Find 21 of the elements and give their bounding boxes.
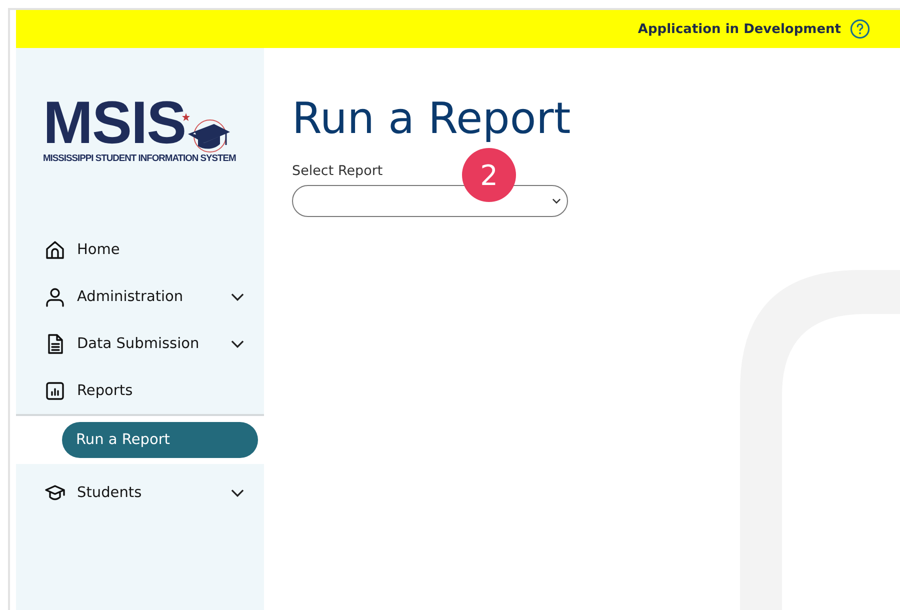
help-icon[interactable] — [850, 19, 870, 39]
banner-text: Application in Development — [638, 22, 841, 36]
page-title: Run a Report — [292, 94, 572, 144]
report-select[interactable] — [292, 185, 568, 217]
nav-item[interactable]: Administration — [16, 273, 264, 320]
person-icon — [44, 286, 66, 308]
step-badge: 2 — [462, 148, 516, 202]
nav-item[interactable]: Students — [16, 469, 264, 516]
chevron-down-icon[interactable] — [231, 340, 244, 348]
sub-nav-item[interactable]: Run a Report — [62, 422, 258, 458]
chevron-down-icon[interactable] — [231, 488, 244, 496]
select-label: Select Report — [292, 163, 383, 179]
chevron-down-icon — [552, 198, 561, 204]
chevron-down-icon[interactable] — [231, 292, 244, 300]
nav-item[interactable]: Data Submission — [16, 320, 264, 367]
bar-chart-icon — [44, 380, 66, 402]
nav-item[interactable]: Reports — [16, 367, 264, 414]
nav-item[interactable]: Home — [16, 226, 264, 273]
logo-tagline: MISSISSIPPI STUDENT INFORMATION SYSTEM — [43, 152, 237, 163]
logo-wordmark: MSIS — [43, 98, 186, 148]
home-icon — [44, 238, 66, 260]
